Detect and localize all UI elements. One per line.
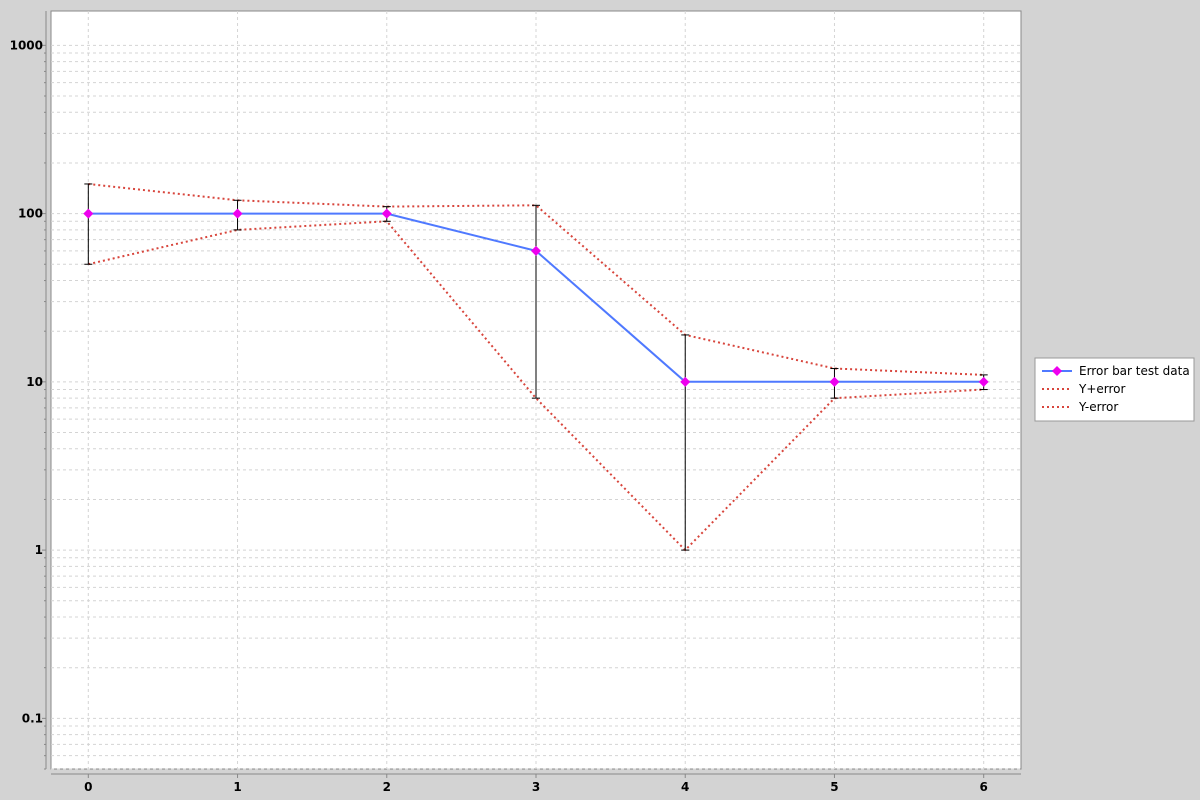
legend-label-y-minus-error: Y-error bbox=[1078, 400, 1118, 414]
y-tick-label: 10 bbox=[26, 375, 43, 389]
x-tick-label: 2 bbox=[383, 780, 391, 794]
y-tick-label: 1000 bbox=[10, 38, 43, 52]
y-tick-label: 100 bbox=[18, 207, 43, 221]
y-tick-label: 0.1 bbox=[22, 711, 43, 725]
x-tick-label: 5 bbox=[830, 780, 838, 794]
legend: Error bar test data Y+error Y-error bbox=[1034, 357, 1195, 422]
legend-label-y-plus-error: Y+error bbox=[1078, 382, 1126, 396]
x-tick-label: 0 bbox=[84, 780, 92, 794]
x-tick-label: 4 bbox=[681, 780, 689, 794]
y-tick-label: 1 bbox=[35, 543, 43, 557]
legend-label-data: Error bar test data bbox=[1079, 364, 1190, 378]
x-axis-ticks: 0 1 2 3 4 5 6 bbox=[84, 780, 988, 794]
y-axis-ticks: 0.1 1 10 100 1000 bbox=[10, 38, 43, 725]
x-tick-label: 1 bbox=[233, 780, 241, 794]
x-tick-label: 6 bbox=[980, 780, 988, 794]
x-tick-label: 3 bbox=[532, 780, 540, 794]
chart: 0.1 1 10 100 1000 0 1 2 3 4 5 6 Error bar test dat… bbox=[10, 10, 1195, 794]
